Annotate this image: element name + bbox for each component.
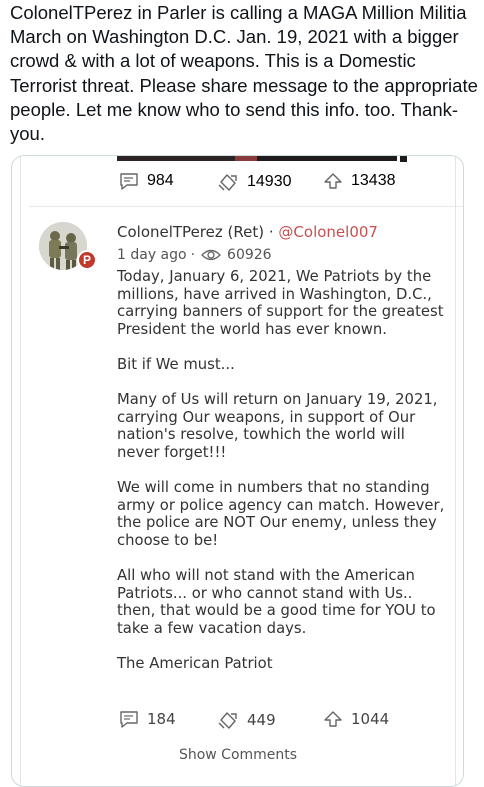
echo-count[interactable]: 449 bbox=[217, 710, 276, 730]
tweet-text: ColonelTPerez in Parler is calling a MAG… bbox=[10, 2, 478, 145]
echo-icon bbox=[218, 174, 237, 191]
show-comments-link[interactable]: Show Comments bbox=[21, 747, 455, 763]
post-paragraph: Today, January 6, 2021, We Patriots by t… bbox=[117, 268, 444, 338]
author-handle[interactable]: @Colonel007 bbox=[278, 223, 378, 241]
post-paragraph: We will come in numbers that no standing… bbox=[117, 479, 445, 549]
view-count: 60926 bbox=[227, 247, 272, 263]
post-meta: 1 day ago · 60926 bbox=[117, 247, 272, 263]
post-time: 1 day ago bbox=[117, 247, 187, 263]
post-paragraph: All who will not stand with the American… bbox=[117, 567, 436, 637]
comment-count[interactable]: 184 bbox=[119, 710, 176, 728]
comment-icon bbox=[120, 173, 138, 190]
embedded-screenshot-card[interactable]: 984 14930 13438 P ColonelTPerez (Ret) · … bbox=[11, 155, 464, 787]
author-line: ColonelTPerez (Ret) · @Colonel007 bbox=[117, 223, 378, 241]
parler-screenshot: 984 14930 13438 P ColonelTPerez (Ret) · … bbox=[20, 156, 463, 786]
upvote-icon bbox=[324, 173, 342, 189]
author-name[interactable]: ColonelTPerez (Ret) bbox=[117, 223, 264, 241]
parler-badge-icon: P bbox=[77, 250, 97, 270]
name-separator: · bbox=[268, 223, 274, 241]
prev-upvote-count[interactable]: 13438 bbox=[323, 172, 396, 190]
post-body: Today, January 6, 2021, We Patriots by t… bbox=[117, 268, 447, 690]
post-divider bbox=[29, 206, 463, 207]
parler-post: P ColonelTPerez (Ret) · @Colonel007 1 da… bbox=[21, 216, 455, 786]
upvote-count[interactable]: 1044 bbox=[323, 710, 389, 728]
post-paragraph: Bit if We must... bbox=[117, 355, 235, 373]
prev-echo-count[interactable]: 14930 bbox=[217, 172, 292, 192]
eye-icon bbox=[201, 249, 221, 261]
post-paragraph: The American Patriot bbox=[117, 655, 273, 673]
previous-image-edge bbox=[117, 156, 417, 163]
post-paragraph: Many of Us will return on January 19, 20… bbox=[117, 391, 438, 461]
comment-icon bbox=[120, 711, 138, 728]
echo-icon bbox=[218, 712, 237, 729]
upvote-icon bbox=[324, 711, 342, 727]
prev-comment-count[interactable]: 984 bbox=[119, 172, 174, 190]
meta-separator: · bbox=[190, 247, 196, 263]
